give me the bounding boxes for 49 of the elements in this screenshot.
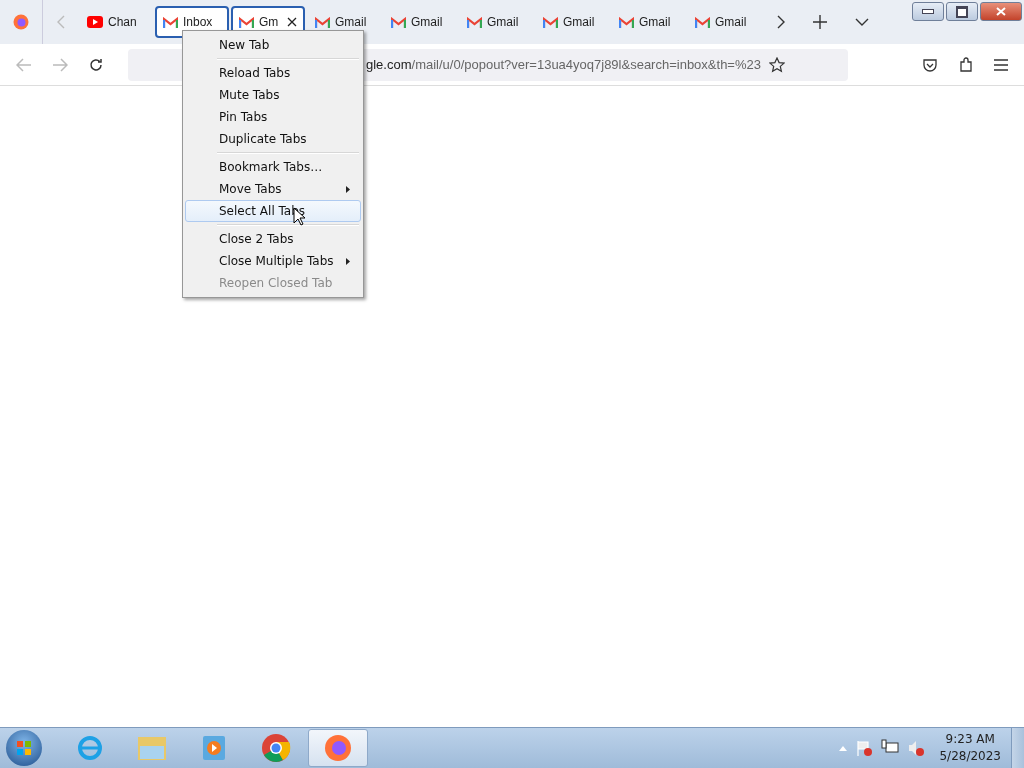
chrome-logo — [261, 733, 291, 763]
browser-tab[interactable]: Gmail — [535, 6, 609, 38]
puzzle-icon[interactable] — [958, 56, 974, 73]
firefox-logo — [323, 733, 353, 763]
mail-m-icon — [315, 16, 330, 28]
menu-item[interactable]: Move Tabs — [185, 178, 361, 200]
browser-tab[interactable]: Gmail — [459, 6, 533, 38]
speaker-icon[interactable] — [907, 739, 926, 757]
close-icon — [996, 7, 1006, 16]
chevron-down-icon[interactable] — [855, 18, 869, 26]
browser-tab[interactable]: Chan — [79, 6, 153, 38]
clock-date[interactable]: 5/28/2023 — [939, 748, 1001, 765]
close-icon[interactable] — [287, 17, 297, 27]
scroll-right-icon[interactable] — [777, 15, 785, 29]
mail-m-icon — [239, 16, 254, 28]
menu-item[interactable]: Close 2 Tabs — [185, 228, 361, 250]
start-button[interactable] — [6, 730, 42, 766]
browser-tab[interactable]: Gmail — [611, 6, 685, 38]
flag-icon[interactable] — [855, 739, 874, 757]
menu-item[interactable]: Pin Tabs — [185, 106, 361, 128]
menu-item[interactable]: Bookmark Tabs… — [185, 156, 361, 178]
mail-m-icon — [619, 16, 634, 28]
menu-item[interactable]: Close Multiple Tabs — [185, 250, 361, 272]
pocket-icon[interactable] — [922, 56, 938, 73]
menu-item[interactable]: Mute Tabs — [185, 84, 361, 106]
mail-m-icon — [391, 16, 406, 28]
mail-m-icon — [467, 16, 482, 28]
folder-icon — [136, 734, 168, 762]
clock-time[interactable]: 9:23 AM — [945, 731, 995, 748]
restore-button[interactable] — [946, 2, 978, 21]
mail-m-icon — [543, 16, 558, 28]
play-icon — [201, 734, 227, 762]
browser-tab[interactable]: Gmail — [383, 6, 457, 38]
star-icon[interactable] — [769, 56, 785, 73]
menu-item[interactable]: Duplicate Tabs — [185, 128, 361, 150]
firefox-icon[interactable] — [13, 14, 29, 30]
four-squares-logo — [17, 741, 31, 755]
play-icon — [87, 16, 103, 28]
letter-e-icon — [75, 733, 105, 763]
menu-icon[interactable] — [994, 58, 1008, 71]
close-window-button[interactable] — [980, 2, 1022, 21]
reload-icon[interactable] — [88, 56, 104, 73]
mail-m-icon — [695, 16, 710, 28]
mail-m-icon — [163, 16, 178, 28]
taskbar-button[interactable] — [308, 729, 368, 767]
plus-icon[interactable] — [813, 15, 827, 29]
browser-tab[interactable]: Gmail — [687, 6, 761, 38]
minimize-button[interactable] — [912, 2, 944, 21]
menu-item[interactable]: Reload Tabs — [185, 62, 361, 84]
